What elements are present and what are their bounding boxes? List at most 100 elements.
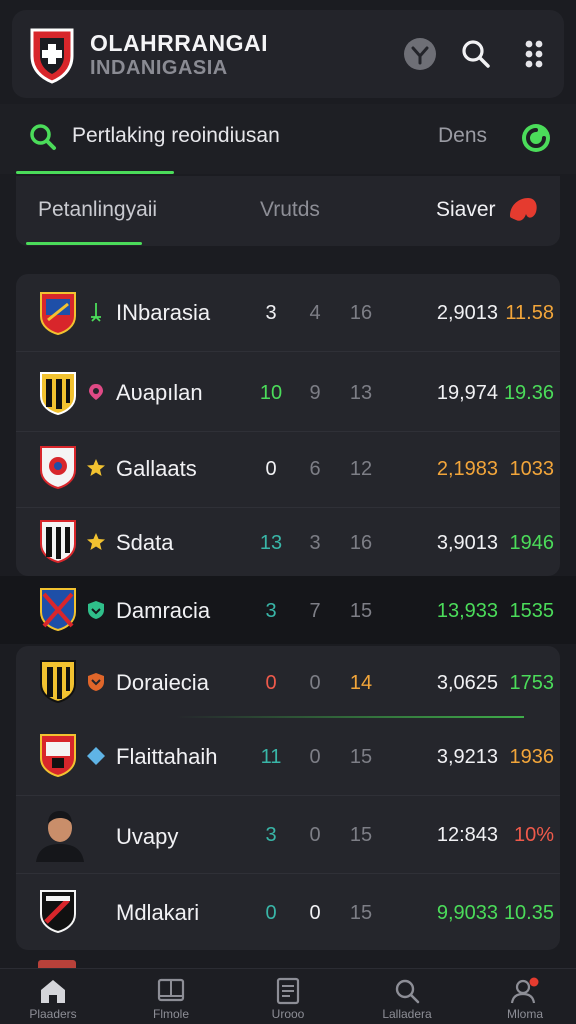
tab-siaver[interactable]: Siaver (436, 198, 496, 222)
points-value: 9,9033 (436, 902, 498, 924)
team-name: Gallaats (116, 456, 197, 481)
location-pin-icon (89, 384, 103, 400)
points-value: 3,9013 (436, 532, 498, 554)
nav-item-4-label: Lalladera (382, 1007, 432, 1021)
nav-home[interactable]: Plaaders (8, 977, 98, 1021)
stat-3: 15 (349, 824, 373, 846)
table-row-highlighted[interactable]: Damracia 3 7 15 13,933 1535 (16, 572, 560, 650)
team-name: Doraiecia (116, 670, 209, 695)
form-value: 1535 (509, 600, 555, 622)
stat-1: 11 (260, 746, 282, 768)
team-crest-icon (40, 890, 76, 934)
stat-1: 13 (259, 532, 283, 554)
star-icon (87, 533, 105, 550)
table-row[interactable]: Mdlakari 0 0 15 9,9033 10.35 (16, 874, 560, 952)
team-crest-icon (40, 372, 76, 416)
fire-icon (510, 198, 537, 221)
profile-icon (510, 977, 539, 1004)
points-value: 2,9013 (436, 302, 498, 324)
stat-3: 16 (349, 302, 373, 324)
stat-3: 16 (349, 532, 373, 554)
table-row[interactable]: Doraiecia 0 0 14 3,0625 1753 (16, 644, 560, 722)
refresh-icon[interactable] (518, 120, 554, 156)
stat-3: 15 (349, 746, 373, 768)
team-name: Sdata (116, 530, 174, 555)
sword-icon (91, 303, 101, 322)
tab-vrutds[interactable]: Vrutds (260, 198, 320, 222)
filter-tabs: Petanlingyaii Vrutds Siaver (16, 176, 560, 246)
search-tab-active-indicator (16, 171, 174, 174)
stat-1: 0 (265, 902, 277, 924)
search-icon (395, 979, 420, 1004)
more-menu-icon[interactable] (516, 36, 552, 72)
home-icon (41, 980, 65, 1003)
nav-home-label: Plaaders (29, 1007, 77, 1021)
stat-2: 0 (309, 902, 321, 924)
table-row[interactable]: Sdata 13 3 16 3,9013 1946 (16, 504, 560, 582)
stat-3: 12 (349, 458, 373, 480)
row-divider (16, 351, 560, 352)
table-row[interactable]: Uvapy 3 0 15 12:843 10% (16, 796, 560, 874)
app-logo-shield-icon (30, 28, 74, 84)
stat-2: 3 (309, 532, 321, 554)
stat-2: 6 (309, 458, 321, 480)
team-crest-icon (40, 446, 76, 490)
tab-petanlingyaii[interactable]: Petanlingyaii (38, 198, 157, 222)
table-row[interactable]: Flaittahaih 11 0 15 3,9213 1936 (16, 718, 560, 796)
bottom-navigation: Plaaders Flmole Urooo Lalladera Mloma (0, 968, 576, 1024)
stat-1: 10 (259, 382, 283, 404)
points-value: 19,974 (436, 382, 498, 404)
table-row[interactable]: Gallaats 0 6 12 2,1983 1033 (16, 430, 560, 508)
shield-badge-icon (88, 673, 104, 691)
nav-item-3[interactable]: Urooo (243, 977, 333, 1021)
stat-1: 3 (265, 824, 277, 846)
stat-2: 0 (309, 672, 321, 694)
nav-profile[interactable]: Mloma (480, 977, 570, 1021)
team-crest-icon (40, 292, 76, 336)
app-header: OLAHRRANGAI INDANIGASIA (12, 10, 564, 98)
stat-3: 15 (349, 600, 373, 622)
form-value: 1033 (509, 458, 555, 480)
next-row-crest-peek (38, 960, 76, 968)
filter-icon[interactable] (402, 36, 438, 72)
player-avatar (32, 804, 88, 862)
nav-item-4[interactable]: Lalladera (362, 977, 452, 1021)
team-crest-icon (40, 660, 76, 704)
form-value: 1946 (509, 532, 555, 554)
stat-1: 3 (265, 302, 277, 324)
brand-block: OLAHRRANGAI INDANIGASIA (90, 30, 268, 80)
app-subtitle: INDANIGASIA (90, 57, 228, 79)
stat-2: 7 (309, 600, 321, 622)
search-icon[interactable] (458, 36, 494, 72)
team-crest-icon (40, 588, 76, 632)
points-value: 12:843 (436, 824, 498, 846)
nav-profile-label: Mloma (506, 1007, 543, 1021)
book-icon (157, 978, 185, 1002)
shield-badge-icon (88, 601, 104, 619)
team-name: Aυapılan (116, 380, 203, 405)
star-icon (87, 459, 105, 476)
app-title: OLAHRRANGAI (90, 30, 268, 56)
search-icon[interactable] (28, 122, 58, 152)
nav-item-2[interactable]: Flmole (126, 977, 216, 1021)
team-name: Damracia (116, 598, 211, 623)
stat-2: 9 (309, 382, 321, 404)
stat-3: 13 (349, 382, 373, 404)
diamond-icon (87, 747, 105, 765)
search-tab-label[interactable]: Pertlaking reoindiusan (72, 124, 280, 148)
points-value: 2,1983 (436, 458, 498, 480)
team-crest-icon (40, 520, 76, 564)
points-value: 3,0625 (436, 672, 498, 694)
player-name: Uvapy (116, 824, 179, 849)
stat-3: 14 (349, 672, 373, 694)
form-value: 10% (513, 824, 554, 846)
filter-tab-active-indicator (26, 242, 142, 245)
dens-tab-label[interactable]: Dens (438, 124, 487, 148)
stat-2: 0 (309, 824, 321, 846)
table-row[interactable]: INbarasia 3 4 16 2,9013 11.58 (16, 274, 560, 352)
form-value: 19.36 (503, 382, 554, 404)
nav-item-2-label: Flmole (152, 1007, 189, 1021)
form-value: 1753 (509, 672, 555, 694)
table-row[interactable]: Aυapılan 10 9 13 19,974 19.36 (16, 354, 560, 432)
stat-1: 3 (265, 600, 277, 622)
